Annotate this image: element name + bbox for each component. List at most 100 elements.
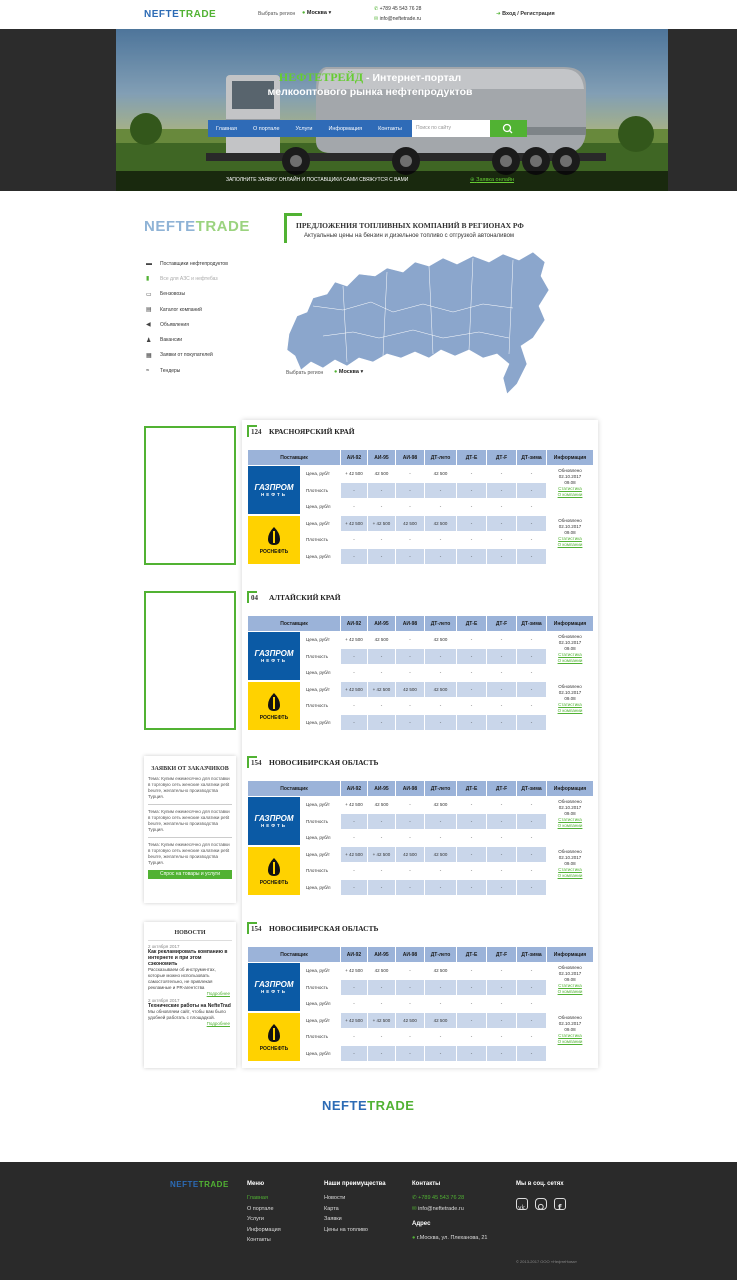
header-email[interactable]: ✉ info@neftetrade.ru (374, 16, 421, 22)
nav-item-info[interactable]: Информация (320, 126, 370, 132)
gazprom-logo[interactable]: ГАЗПРОМ НЕФТЬ (248, 466, 302, 515)
news-more-link[interactable]: Подробнее (144, 991, 236, 996)
footer-link-requests[interactable]: Заявки (324, 1214, 386, 1225)
price-cell: + 42 500 (341, 963, 367, 979)
price-cell: - (517, 632, 546, 648)
footer-link-prices[interactable]: Цены на топливо (324, 1225, 386, 1236)
phone-icon: ✆ (374, 6, 379, 12)
footer-link-about[interactable]: О портале (247, 1204, 281, 1215)
region-selector[interactable]: ● Москва ▾ (302, 10, 331, 16)
table-row: РОСНЕФТЬ Цена, руб/т + 42 500 + 42 500 42 50… (248, 681, 593, 730)
row-label: Цена, руб/л (303, 714, 340, 730)
rosneft-logo[interactable]: РОСНЕФТЬ (248, 1012, 302, 1062)
search-input[interactable]: Поиск по сайту (412, 120, 490, 137)
about-company-link[interactable]: О компании (547, 1039, 593, 1045)
divider (148, 804, 232, 805)
price-cell: - (517, 714, 546, 730)
about-company-link[interactable]: О компании (547, 708, 593, 714)
footer-link-home[interactable]: Главная (247, 1193, 281, 1204)
region-section: 124 КРАСНОЯРСКИЙ КРАЙ Поставщик АИ-92 АИ-95 А… (247, 423, 593, 565)
sidebar-menu: ▬ Поставщики нефтепродуктов ▮ Все для АЗС … (146, 256, 228, 378)
sidebar-item-suppliers[interactable]: ▬ Поставщики нефтепродуктов (146, 256, 228, 271)
header-logo[interactable]: NEFTETRADE (144, 9, 216, 20)
row-label: Плотность (303, 532, 340, 548)
header-phone[interactable]: ✆ +789 45 543 76 28 (374, 6, 421, 12)
rosneft-logo[interactable]: РОСНЕФТЬ (248, 515, 302, 565)
sidebar-item-buyer-requests[interactable]: ▦ Заявки от покупателей (146, 348, 228, 363)
sidebar-item-catalog[interactable]: ▤ Каталог компаний (146, 302, 228, 317)
order-item[interactable]: Тема: Купим ежемесячно для поставки в то… (144, 776, 236, 800)
rosneft-logo[interactable]: РОСНЕФТЬ (248, 681, 302, 731)
price-cell: - (425, 830, 456, 846)
footer-link-contacts[interactable]: Контакты (247, 1235, 281, 1246)
row-label: Цена, руб/т (303, 681, 340, 697)
price-cell: - (425, 879, 456, 895)
price-cell: - (517, 879, 546, 895)
footer-center-logo[interactable]: NEFTETRADE (322, 1098, 414, 1113)
sidebar-item-tankers[interactable]: ▭ Бензовозы (146, 287, 228, 302)
nav-item-about[interactable]: О портале (245, 126, 288, 132)
nav-item-contacts[interactable]: Контакты (370, 126, 410, 132)
orders-title: ЗАЯВКИ ОТ ЗАКАЗЧИКОВ (151, 766, 229, 772)
demand-button[interactable]: Спрос на товары и услуги (148, 870, 232, 879)
column-header: ДТ-F (487, 947, 516, 962)
price-cell: - (396, 797, 424, 813)
about-company-link[interactable]: О компании (547, 989, 593, 995)
sidebar-item-gas-stations[interactable]: ▮ Все для АЗС и нефтебаз (146, 271, 228, 286)
footer-logo[interactable]: NEFTETRADE (170, 1180, 229, 1189)
price-cell: 42 500 (425, 963, 456, 979)
footer-link-services[interactable]: Услуги (247, 1214, 281, 1225)
row-label: Цена, руб/т (303, 515, 340, 531)
footer-email[interactable]: ✉ info@neftetrade.ru (412, 1204, 488, 1215)
price-cell: - (517, 1045, 546, 1061)
map-region-selector[interactable]: ● Москва ▾ (334, 369, 363, 375)
search-button[interactable] (490, 120, 527, 137)
russia-map[interactable] (283, 246, 558, 396)
ad-banner-1[interactable] (144, 426, 236, 565)
order-item[interactable]: Тема: Купим ежемесячно для поставки в то… (144, 809, 236, 833)
price-cell: - (457, 797, 486, 813)
about-company-link[interactable]: О компании (547, 658, 593, 664)
gazprom-logo[interactable]: ГАЗПРОМ НЕФТЬ (248, 797, 302, 846)
sidebar-logo[interactable]: NEFTETRADE (144, 218, 250, 235)
column-header: ДТ-лето (425, 781, 456, 796)
nav-item-home[interactable]: Главная (208, 126, 245, 132)
price-cell: - (487, 797, 516, 813)
price-cell: - (517, 466, 546, 482)
vk-icon[interactable]: vk (516, 1198, 528, 1212)
footer-link-news[interactable]: Новости (324, 1193, 386, 1204)
online-request-link[interactable]: ⊕ Заявка онлайн (470, 177, 514, 183)
login-link[interactable]: ➜ Вход / Регистрация (496, 11, 555, 17)
footer-phone[interactable]: ✆ +789 45 543 76 28 (412, 1193, 488, 1204)
column-header: ДТ-зима (517, 947, 546, 962)
nav-item-services[interactable]: Услуги (288, 126, 321, 132)
sidebar-item-ads[interactable]: ◀ Объявления (146, 317, 228, 332)
order-item[interactable]: Тема: Купим ежемесячно для поставки в то… (144, 842, 236, 866)
news-more-link[interactable]: Подробнее (144, 1021, 236, 1026)
price-table: Поставщик АИ-92 АИ-95 АИ-98 ДТ-лето ДТ-Е ДТ-F Д… (247, 780, 594, 896)
table-row: РОСНЕФТЬ Цена, руб/т + 42 500 + 42 500 42 50… (248, 846, 593, 895)
about-company-link[interactable]: О компании (547, 873, 593, 879)
facebook-icon[interactable]: f (554, 1198, 566, 1212)
price-cell: - (457, 1012, 486, 1028)
news-headline[interactable]: Как рекламировать компанию в интернете и… (144, 949, 236, 967)
price-cell: - (425, 482, 456, 498)
about-company-link[interactable]: О компании (547, 542, 593, 548)
column-header: АИ-95 (368, 450, 395, 465)
footer-link-map[interactable]: Карта (324, 1204, 386, 1215)
instagram-icon[interactable] (535, 1198, 547, 1210)
column-header: Поставщик (248, 450, 340, 465)
footer-advantages: Наши преимущества Новости Карта Заявки Ц… (324, 1181, 386, 1235)
gazprom-logo[interactable]: ГАЗПРОМ НЕФТЬ (248, 632, 302, 681)
footer-link-info[interactable]: Информация (247, 1225, 281, 1236)
truck-illustration (116, 29, 668, 191)
about-company-link[interactable]: О компании (547, 492, 593, 498)
price-cell: - (341, 979, 367, 995)
sidebar-item-vacancies[interactable]: ♟ Вакансии (146, 332, 228, 347)
price-cell: - (396, 963, 424, 979)
rosneft-logo[interactable]: РОСНЕФТЬ (248, 846, 302, 896)
ad-banner-2[interactable] (144, 591, 236, 730)
sidebar-item-tenders[interactable]: ≈ Тендеры (146, 363, 228, 378)
about-company-link[interactable]: О компании (547, 823, 593, 829)
gazprom-logo[interactable]: ГАЗПРОМ НЕФТЬ (248, 963, 302, 1012)
